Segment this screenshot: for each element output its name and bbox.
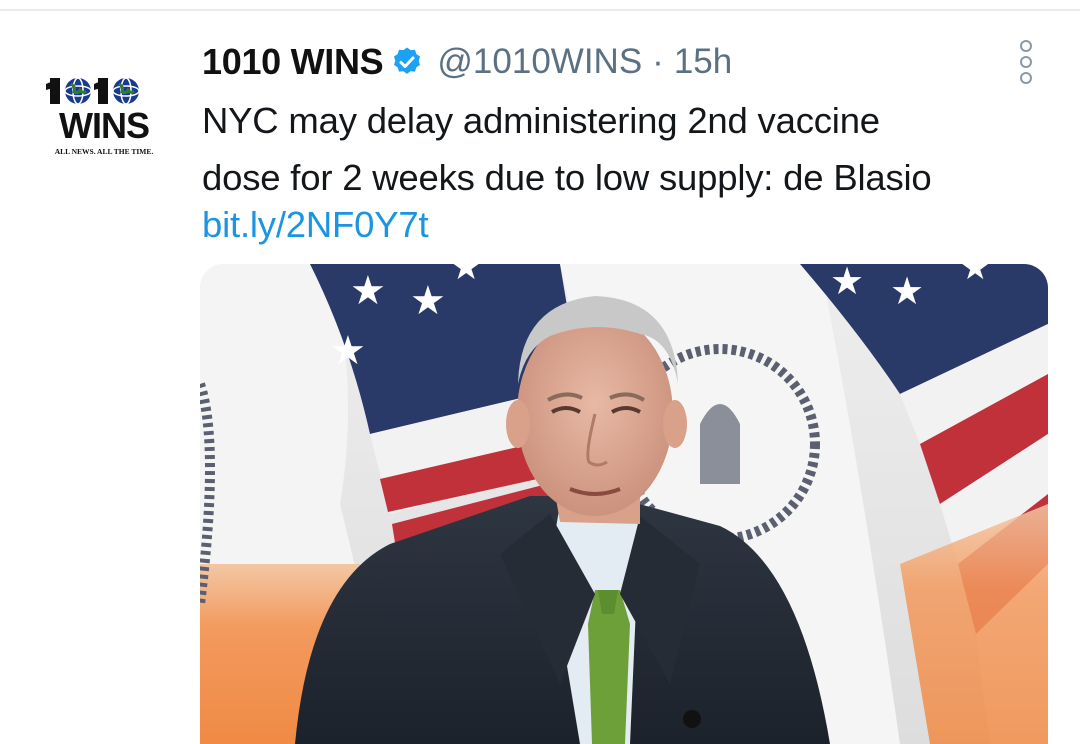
- svg-text:★: ★: [450, 264, 482, 287]
- tweet-header: 1010 WINS @1010WINS · 15h: [202, 38, 732, 86]
- press-conference-photo: ★ ★ ★ ★ ★ ★ ★: [200, 264, 1048, 744]
- svg-text:★: ★: [330, 329, 366, 373]
- avatar[interactable]: WINS ALL NEWS. ALL THE TIME.: [24, 40, 184, 200]
- svg-text:★: ★: [410, 279, 446, 323]
- more-dot: [1020, 56, 1032, 68]
- tweet-link[interactable]: bit.ly/2NF0Y7t: [202, 196, 429, 253]
- handle[interactable]: @1010WINS: [437, 42, 642, 82]
- svg-text:★: ★: [830, 264, 864, 303]
- timestamp[interactable]: 15h: [674, 42, 732, 82]
- wins-logo: WINS ALL NEWS. ALL THE TIME.: [24, 40, 184, 200]
- verified-badge-icon: [391, 46, 423, 78]
- tweet-card[interactable]: WINS ALL NEWS. ALL THE TIME. 1010 WINS @…: [0, 0, 1080, 744]
- more-dot: [1020, 72, 1032, 84]
- svg-text:★: ★: [350, 269, 386, 313]
- more-dot: [1020, 40, 1032, 52]
- more-options-icon[interactable]: [1012, 40, 1040, 84]
- tweet-text: NYC may delay administering 2nd vaccine …: [202, 92, 1062, 206]
- logo-wins: WINS: [59, 105, 149, 146]
- svg-text:★: ★: [890, 271, 924, 313]
- separator: ·: [652, 42, 664, 81]
- top-divider: [0, 9, 1080, 11]
- svg-text:★: ★: [960, 264, 990, 287]
- tweet-media-photo[interactable]: ★ ★ ★ ★ ★ ★ ★: [200, 264, 1048, 744]
- tweet-text-line: NYC may delay administering 2nd vaccine: [202, 100, 880, 141]
- display-name[interactable]: 1010 WINS: [202, 41, 384, 83]
- logo-tagline: ALL NEWS. ALL THE TIME.: [55, 147, 154, 156]
